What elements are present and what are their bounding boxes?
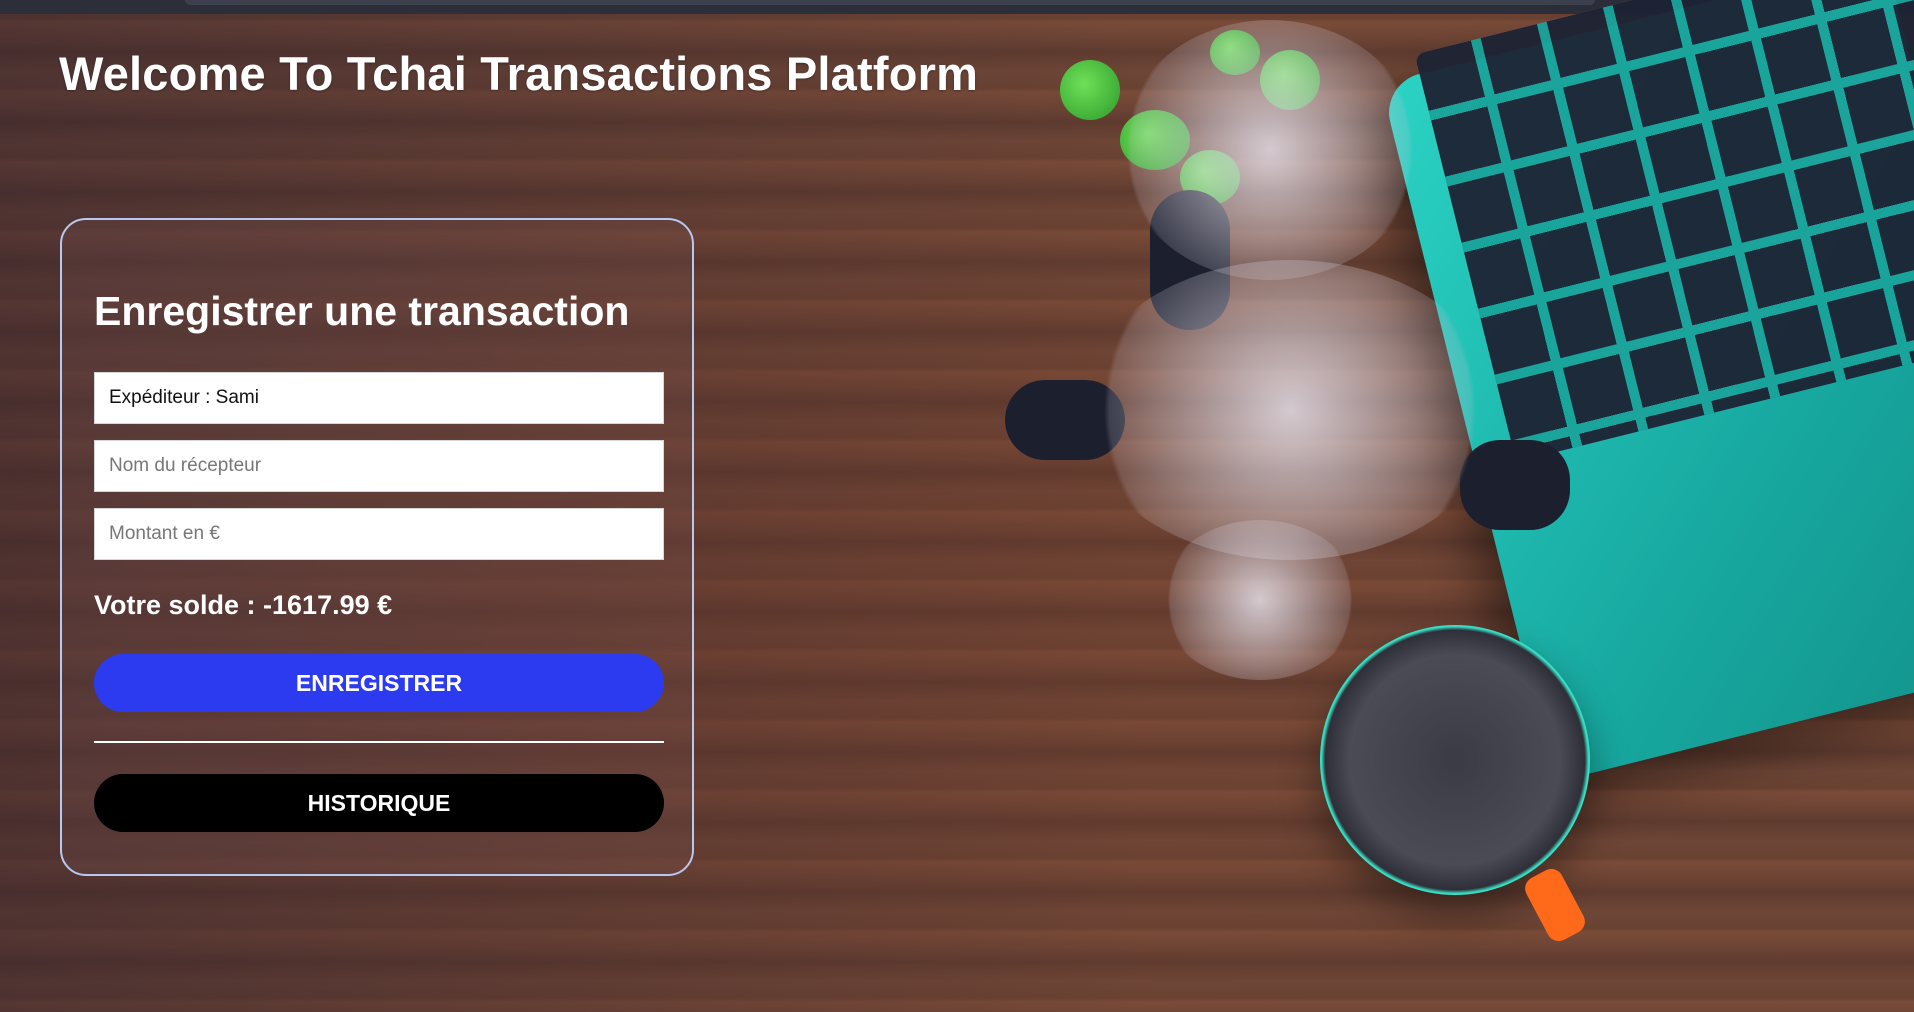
history-button[interactable]: HISTORIQUE <box>94 774 664 832</box>
form-title: Enregistrer une transaction <box>94 288 630 334</box>
smoke-shape <box>1080 260 1500 560</box>
page-title: Welcome To Tchai Transactions Platform <box>59 47 979 100</box>
browser-tab-strip <box>185 0 1595 5</box>
transaction-form: Enregistrer une transaction Votre solde … <box>60 218 694 876</box>
amount-input[interactable] <box>94 508 664 560</box>
page-background: Welcome To Tchai Transactions Platform E… <box>0 0 1914 1012</box>
mug-handle-shape <box>1520 864 1590 946</box>
sender-field[interactable] <box>94 372 664 424</box>
smoke-shape <box>1160 520 1360 680</box>
balance-text: Votre solde : -1617.99 € <box>94 590 393 620</box>
leaf-shape <box>1060 60 1120 120</box>
receiver-name-input[interactable] <box>94 440 664 492</box>
coffee-mug-image <box>1320 625 1590 895</box>
divider <box>94 741 664 743</box>
smoke-shape <box>1120 20 1420 280</box>
save-button[interactable]: ENREGISTRER <box>94 654 664 712</box>
